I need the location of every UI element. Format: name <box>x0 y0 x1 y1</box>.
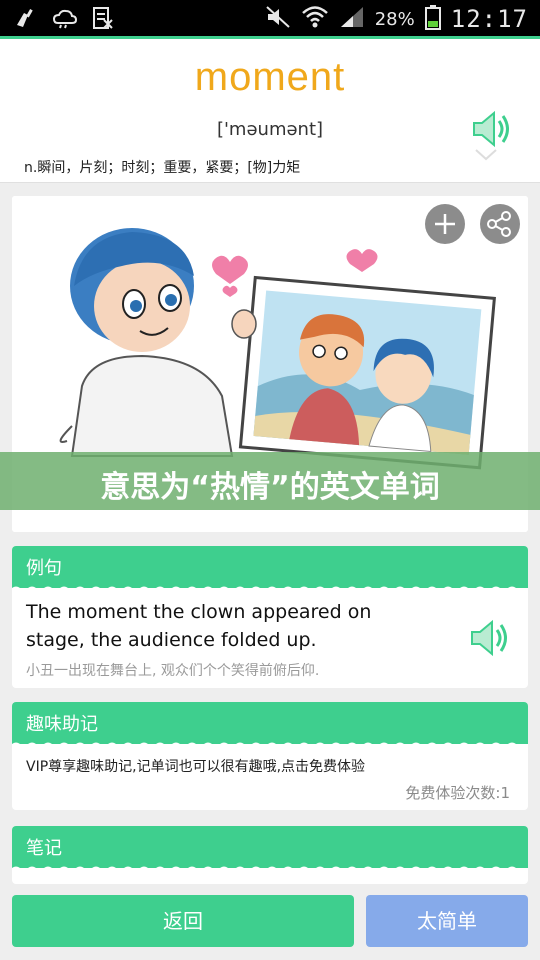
wifi-icon <box>301 4 329 34</box>
mnemonic-promo-text[interactable]: VIP尊享趣味助记,记单词也可以很有趣哦,点击免费体验 <box>26 756 365 776</box>
chevron-down-icon[interactable] <box>474 147 498 161</box>
back-button[interactable]: 返回 <box>12 895 354 947</box>
wave-divider <box>12 586 528 591</box>
wave-divider <box>12 742 528 747</box>
wave-divider <box>12 866 528 871</box>
mnemonic-card-header: 趣味助记 <box>12 702 528 747</box>
notes-title: 笔记 <box>26 838 62 859</box>
battery-percent: 28% <box>374 8 415 30</box>
example-card: 例句 The moment the clown appeared on stag… <box>12 546 528 688</box>
battery-icon <box>424 4 441 34</box>
example-title: 例句 <box>26 558 62 579</box>
example-english: The moment the clown appeared on stage, … <box>26 601 372 651</box>
word-header: moment ['məumənt] n.瞬间，片刻；时刻；重要，紧要；[物]力矩 <box>0 39 540 183</box>
share-button[interactable] <box>480 204 520 244</box>
add-button[interactable] <box>425 204 465 244</box>
mnemonic-title: 趣味助记 <box>26 714 98 735</box>
notes-card-header: 笔记 <box>12 826 528 871</box>
clock: 12:17 <box>450 5 528 33</box>
notification-clean-icon <box>14 7 38 33</box>
share-icon <box>487 211 511 237</box>
plus-icon <box>435 214 455 234</box>
too-easy-button[interactable]: 太简单 <box>366 895 528 947</box>
trial-count: 免费体验次数:1 <box>405 784 510 802</box>
banner-text: 意思为“热情”的英文单词 <box>100 470 440 505</box>
title-banner: 意思为“热情”的英文单词 <box>0 452 540 510</box>
notes-card[interactable]: 笔记 <box>12 826 528 884</box>
mute-icon <box>265 5 291 33</box>
example-card-header: 例句 <box>12 546 528 591</box>
phonetic: ['məumənt] <box>216 119 324 140</box>
signal-icon <box>339 5 365 33</box>
status-bar: 28% 12:17 <box>0 0 540 39</box>
document-icon <box>92 6 114 34</box>
example-speaker-icon[interactable] <box>468 616 512 660</box>
weather-cloud-icon <box>52 7 78 33</box>
word-title: moment <box>194 55 346 99</box>
example-chinese: 小丑一出现在舞台上, 观众们个个笑得前俯后仰. <box>26 663 320 679</box>
pronounce-speaker-icon[interactable] <box>470 107 514 151</box>
definition: n.瞬间，片刻；时刻；重要，紧要；[物]力矩 <box>24 160 301 176</box>
mnemonic-card[interactable]: 趣味助记 VIP尊享趣味助记,记单词也可以很有趣哦,点击免费体验 免费体验次数:… <box>12 702 528 810</box>
